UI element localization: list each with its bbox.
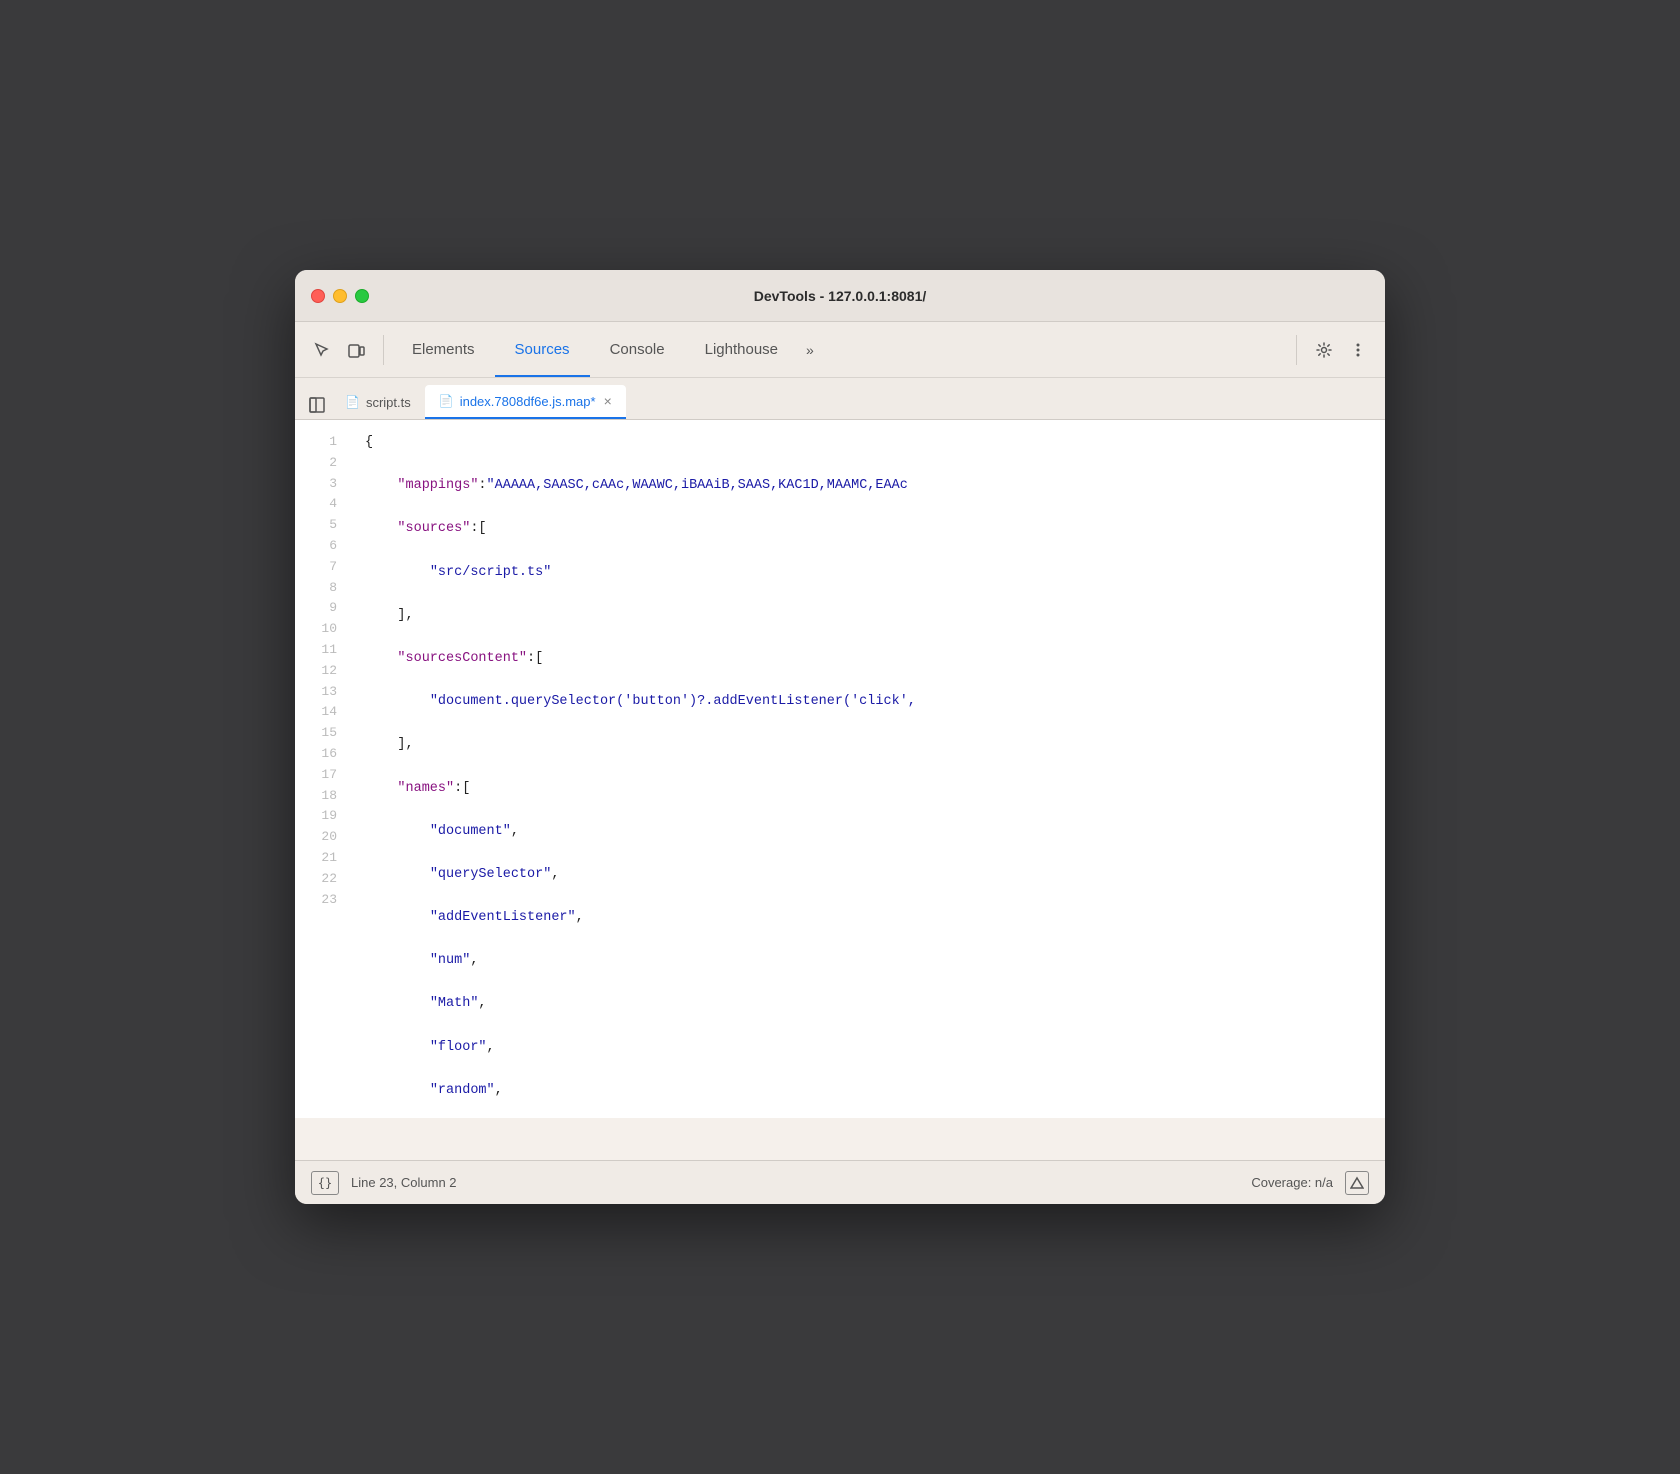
code-line: "sourcesContent":[ xyxy=(365,648,1385,670)
toolbar: Elements Sources Console Lighthouse » xyxy=(295,322,1385,378)
coverage-status: Coverage: n/a xyxy=(1251,1175,1333,1190)
coverage-panel-button[interactable] xyxy=(1345,1171,1369,1195)
device-toolbar-button[interactable] xyxy=(341,335,371,365)
file-tab-label: index.7808df6e.js.map* xyxy=(460,394,596,409)
editor[interactable]: 1 2 3 4 5 6 7 8 9 10 11 12 13 14 15 16 1 xyxy=(295,420,1385,1118)
code-line: "num", xyxy=(365,950,1385,972)
panel-toggle-button[interactable] xyxy=(303,391,331,419)
format-button[interactable]: {} xyxy=(311,1171,339,1195)
maximize-button[interactable] xyxy=(355,289,369,303)
status-right: Coverage: n/a xyxy=(1251,1171,1369,1195)
code-line: ], xyxy=(365,734,1385,756)
inspect-element-button[interactable] xyxy=(307,335,337,365)
code-line: "floor", xyxy=(365,1037,1385,1059)
window-title: DevTools - 127.0.0.1:8081/ xyxy=(754,288,927,304)
line-numbers: 1 2 3 4 5 6 7 8 9 10 11 12 13 14 15 16 1 xyxy=(295,420,345,1118)
status-bar: {} Line 23, Column 2 Coverage: n/a xyxy=(295,1160,1385,1204)
status-left: {} Line 23, Column 2 xyxy=(311,1171,457,1195)
tab-console[interactable]: Console xyxy=(590,322,685,377)
file-tab-index-map[interactable]: 📄 index.7808df6e.js.map* × xyxy=(425,385,626,419)
file-icon: 📄 xyxy=(345,395,360,409)
code-line: "Math", xyxy=(365,993,1385,1015)
file-tabs: 📄 script.ts 📄 index.7808df6e.js.map* × xyxy=(295,378,1385,420)
file-icon: 📄 xyxy=(439,394,454,408)
code-line: "mappings":"AAAAA,SAASC,cAAc,WAAWC,iBAAi… xyxy=(365,475,1385,497)
tab-elements[interactable]: Elements xyxy=(392,322,495,377)
code-line: "random", xyxy=(365,1080,1385,1102)
code-line: "document.querySelector('button')?.addEv… xyxy=(365,691,1385,713)
code-container: 1 2 3 4 5 6 7 8 9 10 11 12 13 14 15 16 1 xyxy=(295,420,1385,1118)
tab-sources[interactable]: Sources xyxy=(495,322,590,377)
cursor-position: Line 23, Column 2 xyxy=(351,1175,457,1190)
code-line: "names":[ xyxy=(365,778,1385,800)
code-line: "querySelector", xyxy=(365,864,1385,886)
more-tabs-button[interactable]: » xyxy=(798,322,822,377)
minimize-button[interactable] xyxy=(333,289,347,303)
code-line: "document", xyxy=(365,821,1385,843)
file-tab-label: script.ts xyxy=(366,395,411,410)
code-line: "sources":[ xyxy=(365,518,1385,540)
close-tab-button[interactable]: × xyxy=(604,394,612,408)
code-editor-content[interactable]: { "mappings":"AAAAA,SAASC,cAAc,WAAWC,iBA… xyxy=(345,420,1385,1118)
close-button[interactable] xyxy=(311,289,325,303)
toolbar-right xyxy=(1296,335,1373,365)
toolbar-icons xyxy=(307,335,384,365)
devtools-window: DevTools - 127.0.0.1:8081/ Elements Sour xyxy=(295,270,1385,1204)
file-tab-script-ts[interactable]: 📄 script.ts xyxy=(331,385,425,419)
settings-button[interactable] xyxy=(1309,335,1339,365)
traffic-lights xyxy=(311,289,369,303)
code-line: "addEventListener", xyxy=(365,907,1385,929)
content-area: 1 2 3 4 5 6 7 8 9 10 11 12 13 14 15 16 1 xyxy=(295,420,1385,1160)
code-line: ], xyxy=(365,605,1385,627)
code-line: "src/script.ts" xyxy=(365,562,1385,584)
more-options-button[interactable] xyxy=(1343,335,1373,365)
title-bar: DevTools - 127.0.0.1:8081/ xyxy=(295,270,1385,322)
code-line: { xyxy=(365,432,1385,454)
tab-lighthouse[interactable]: Lighthouse xyxy=(685,322,798,377)
tab-navigation: Elements Sources Console Lighthouse » xyxy=(392,322,1296,377)
